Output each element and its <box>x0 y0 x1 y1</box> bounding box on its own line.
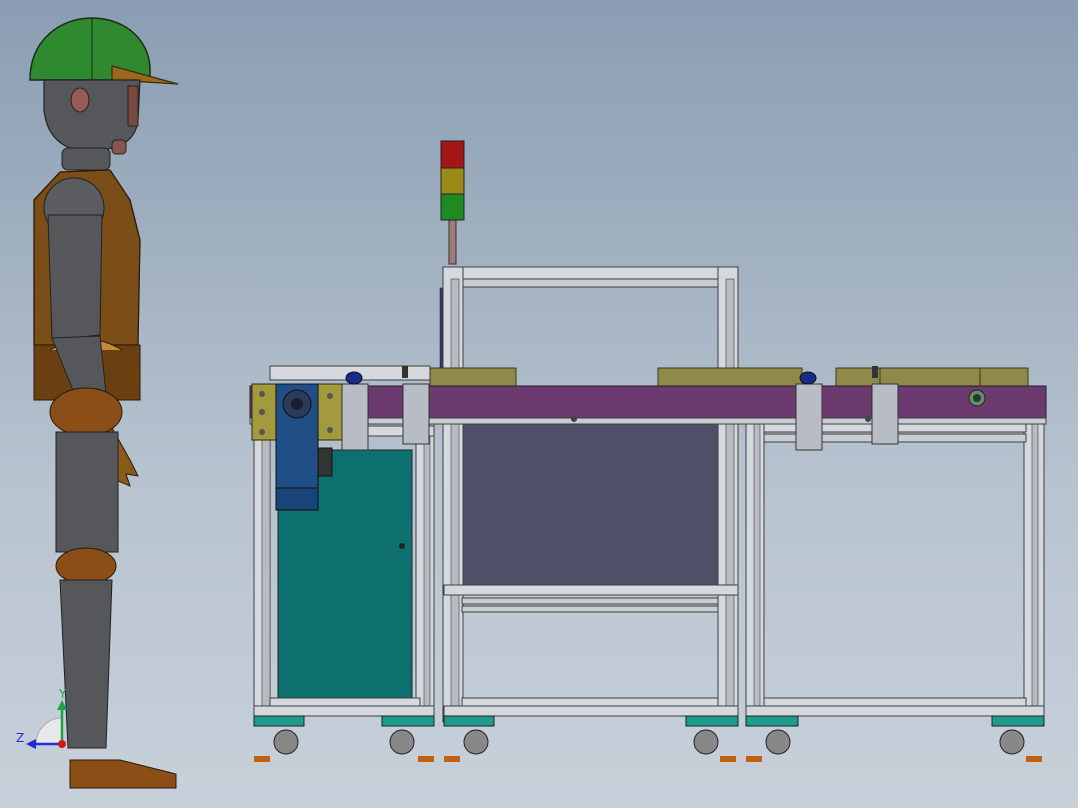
stack-light-red <box>440 140 465 169</box>
assembly-scene <box>26 17 1047 789</box>
y-axis-label: Y <box>59 687 67 701</box>
stack-light-green <box>440 193 465 221</box>
human-mannequin <box>29 17 179 789</box>
x-axis-dot <box>58 740 66 748</box>
cad-viewport[interactable]: Y Z <box>0 0 1078 808</box>
triad-plane <box>35 717 63 745</box>
stack-light-amber <box>440 167 465 195</box>
thigh <box>55 431 119 553</box>
center-panel <box>461 423 719 589</box>
side-guards <box>429 367 1029 389</box>
knee-joint <box>55 547 117 585</box>
axis-triad <box>26 700 67 749</box>
foot <box>69 759 177 789</box>
casters <box>253 715 1045 762</box>
hip-joint <box>49 387 123 437</box>
glasses <box>127 85 139 127</box>
ear <box>70 87 90 113</box>
mannequin-head <box>43 79 141 151</box>
upper-arm <box>47 214 103 341</box>
center-gantry-frame <box>439 266 739 723</box>
helmet <box>29 17 151 81</box>
stack-light <box>440 140 465 265</box>
shin <box>59 579 113 749</box>
z-axis-label: Z <box>16 731 25 745</box>
conveyor-belt <box>249 385 1047 425</box>
